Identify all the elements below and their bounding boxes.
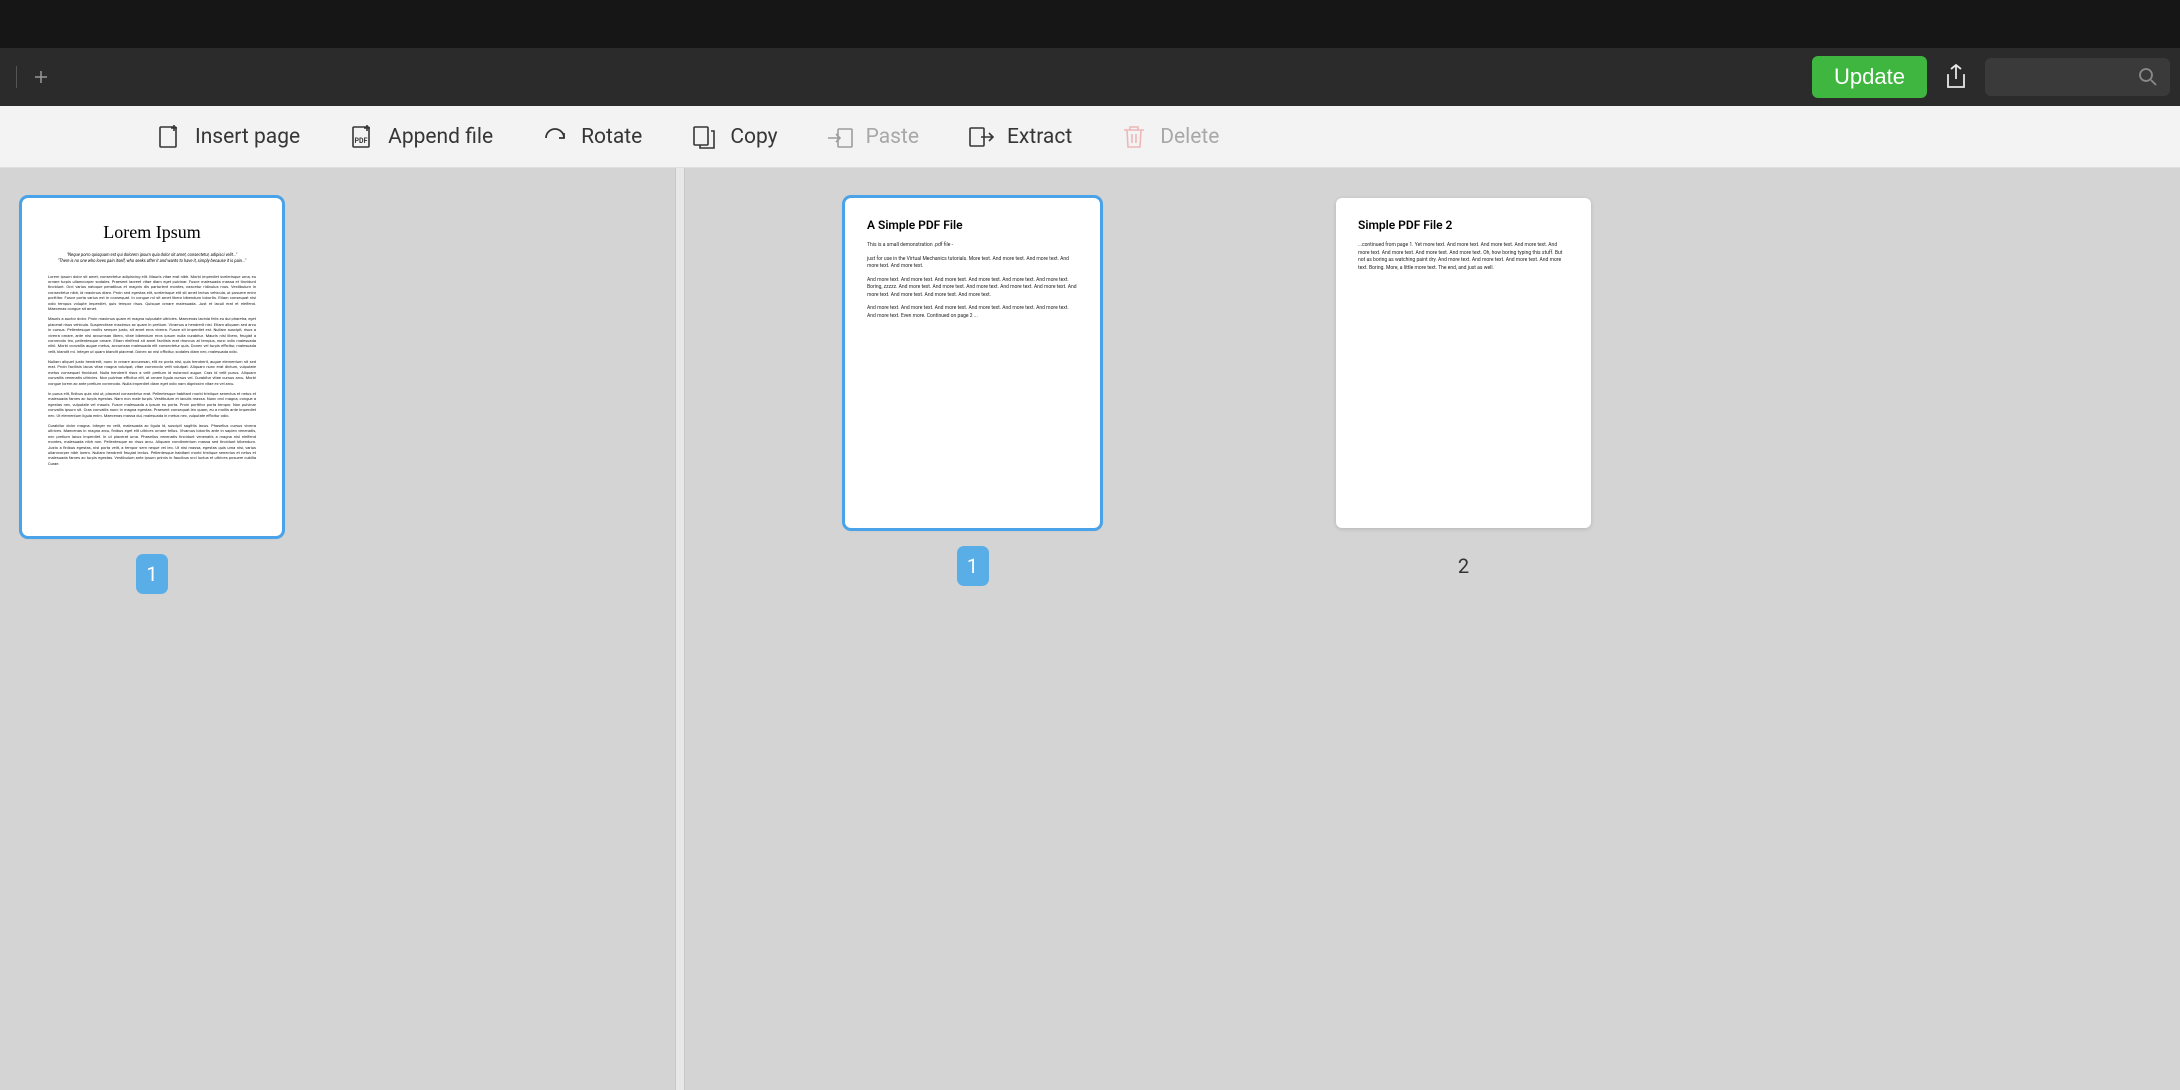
append-file-button[interactable]: PDF Append file — [348, 123, 493, 151]
doc-title: Lorem Ipsum — [48, 222, 256, 243]
tab-bar-right: Update — [1812, 56, 2170, 98]
paste-button: Paste — [826, 123, 919, 151]
search-input[interactable] — [1985, 58, 2170, 96]
delete-label: Delete — [1160, 125, 1219, 149]
copy-button[interactable]: Copy — [690, 123, 777, 151]
append-file-icon: PDF — [348, 123, 376, 151]
extract-icon — [967, 123, 995, 151]
toolbar: Insert page PDF Append file Rotate Copy … — [0, 106, 2180, 168]
page-thumbnail[interactable]: A Simple PDF File This is a small demons… — [845, 198, 1100, 528]
svg-text:PDF: PDF — [355, 137, 368, 145]
doc-body: This is a small demonstration .pdf file … — [867, 242, 1078, 320]
workspace: Lorem Ipsum "Neque porro quisquam est qu… — [0, 168, 2180, 1090]
extract-button[interactable]: Extract — [967, 123, 1072, 151]
page-thumbnail-wrap: Lorem Ipsum "Neque porro quisquam est qu… — [22, 198, 282, 594]
page-thumbnail-wrap: Simple PDF File 2 ...continued from page… — [1336, 198, 1591, 586]
insert-page-button[interactable]: Insert page — [155, 123, 300, 151]
page-number-badge[interactable]: 1 — [136, 554, 168, 594]
doc-body: Lorem ipsum dolor sit amet, consectetur … — [48, 274, 256, 467]
paste-icon — [826, 123, 854, 151]
update-button[interactable]: Update — [1812, 56, 1927, 98]
title-bar — [0, 0, 2180, 48]
doc-body: ...continued from page 1. Yet more text.… — [1358, 242, 1569, 272]
doc-subtitle: "Neque porro quisquam est qui dolorem ip… — [48, 253, 256, 266]
trash-icon — [1120, 123, 1148, 151]
page-thumbnail-wrap: A Simple PDF File This is a small demons… — [845, 198, 1100, 586]
pane-splitter[interactable] — [675, 168, 685, 1090]
tab-bar-left — [10, 61, 57, 93]
insert-page-icon — [155, 123, 183, 151]
copy-label: Copy — [730, 125, 777, 149]
page-number-badge[interactable]: 2 — [1448, 546, 1480, 586]
search-icon — [2138, 67, 2158, 87]
doc-title: A Simple PDF File — [867, 218, 1078, 232]
insert-page-label: Insert page — [195, 125, 300, 149]
rotate-label: Rotate — [581, 125, 642, 149]
page-thumbnail[interactable]: Simple PDF File 2 ...continued from page… — [1336, 198, 1591, 528]
append-file-label: Append file — [388, 125, 493, 149]
copy-icon — [690, 123, 718, 151]
share-button[interactable] — [1941, 62, 1971, 92]
tab-bar: Update — [0, 48, 2180, 106]
paste-label: Paste — [866, 125, 919, 149]
extract-label: Extract — [1007, 125, 1072, 149]
rotate-icon — [541, 123, 569, 151]
left-pane: Lorem Ipsum "Neque porro quisquam est qu… — [0, 168, 675, 1090]
page-number-badge[interactable]: 1 — [957, 546, 989, 586]
tab-divider — [16, 66, 17, 88]
page-thumbnail[interactable]: Lorem Ipsum "Neque porro quisquam est qu… — [22, 198, 282, 536]
right-pane: A Simple PDF File This is a small demons… — [685, 168, 2180, 1090]
plus-icon — [33, 69, 49, 85]
share-icon — [1945, 64, 1967, 90]
add-tab-button[interactable] — [25, 61, 57, 93]
delete-button: Delete — [1120, 123, 1219, 151]
doc-title: Simple PDF File 2 — [1358, 218, 1569, 232]
rotate-button[interactable]: Rotate — [541, 123, 642, 151]
